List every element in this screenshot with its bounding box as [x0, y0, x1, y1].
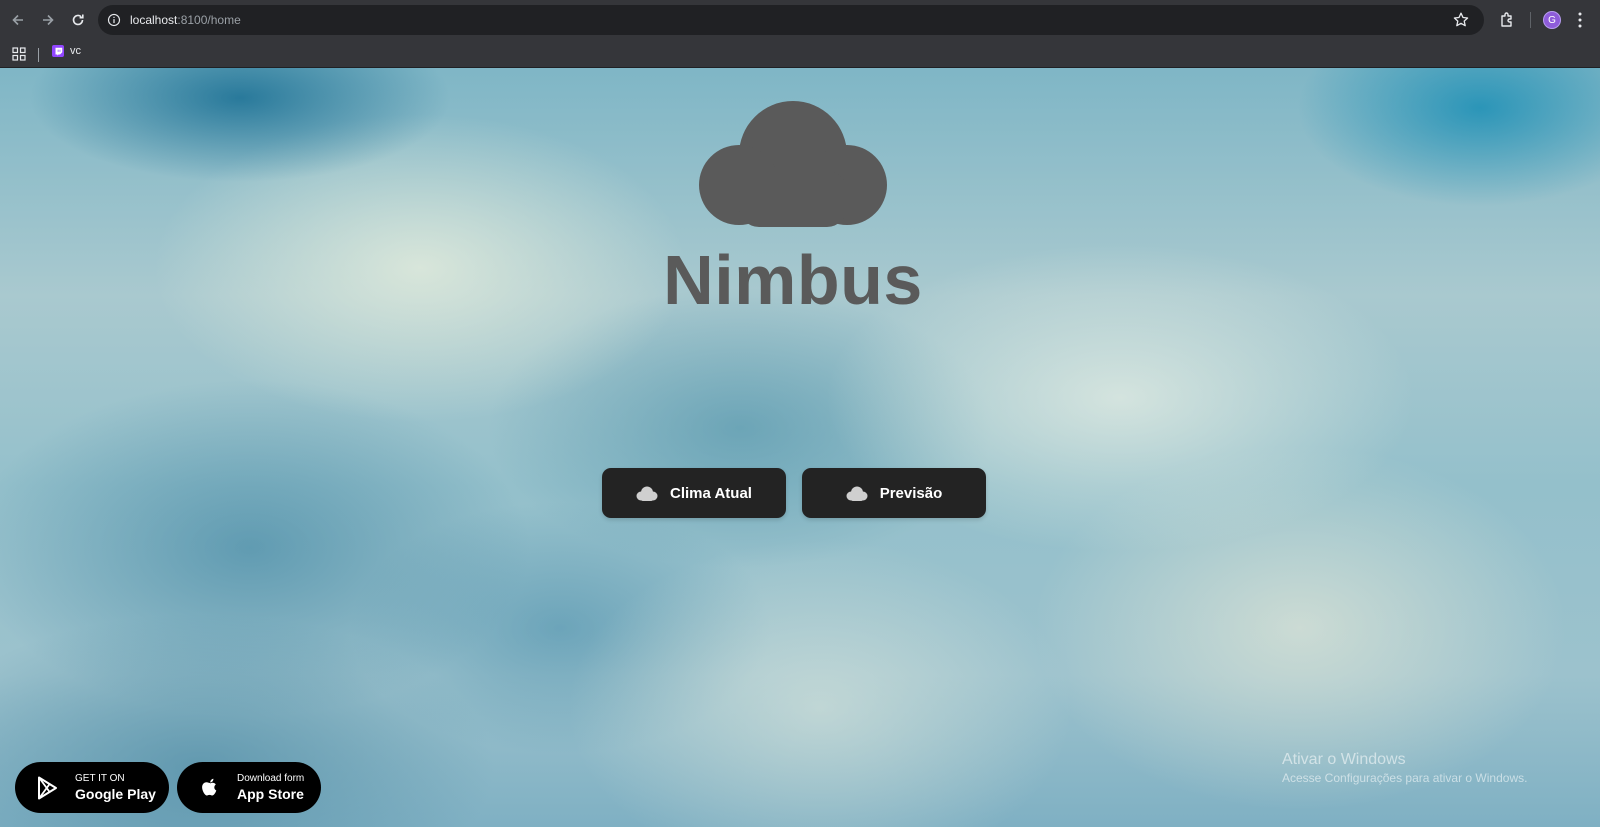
google-play-icon: [38, 776, 57, 799]
reload-icon: [72, 14, 84, 26]
apps-grid-icon[interactable]: [12, 47, 26, 61]
back-button[interactable]: [6, 8, 30, 32]
arrow-left-icon: [12, 14, 23, 26]
bookmark-label: vc: [70, 45, 81, 57]
windows-activation-watermark: Ativar o Windows Acesse Configurações pa…: [1282, 750, 1527, 786]
app-store-small-label: Download form: [237, 772, 305, 784]
clima-atual-label: Clima Atual: [670, 484, 752, 502]
profile-avatar[interactable]: G: [1543, 11, 1561, 29]
bookmark-star-icon[interactable]: [1452, 11, 1470, 29]
previsao-label: Previsão: [879, 484, 943, 502]
toolbar-divider: [1530, 12, 1531, 28]
clima-atual-button[interactable]: Clima Atual: [602, 468, 786, 518]
app-store-text: Download form App Store: [237, 773, 304, 803]
bookmark-vc[interactable]: vc: [52, 45, 81, 57]
google-play-big-label: Google Play: [75, 785, 156, 802]
extensions-icon[interactable]: [1498, 10, 1518, 30]
cloud-icon: [846, 486, 868, 501]
url-text: localhost:8100/home: [130, 13, 241, 27]
cloud-icon: [636, 486, 658, 501]
app-title: Nimbus: [663, 241, 923, 319]
watermark-subtitle: Acesse Configurações para ativar o Windo…: [1282, 771, 1528, 785]
reload-button[interactable]: [66, 8, 90, 32]
previsao-button[interactable]: Previsão: [802, 468, 986, 518]
page-background: Nimbus Clima Atual Previsão GET IT ON Go…: [0, 68, 1600, 827]
address-bar[interactable]: localhost:8100/home: [98, 5, 1484, 35]
bookmarks-divider: [38, 48, 39, 62]
url-host: localhost: [130, 13, 178, 27]
url-path: :8100/home: [177, 13, 241, 27]
forward-button[interactable]: [36, 8, 60, 32]
google-play-small-label: GET IT ON: [75, 772, 125, 784]
google-play-badge[interactable]: GET IT ON Google Play: [15, 762, 169, 813]
apple-icon: [202, 778, 217, 795]
site-info-icon[interactable]: [106, 12, 122, 28]
watermark-title: Ativar o Windows: [1282, 751, 1406, 768]
browser-toolbar: localhost:8100/home G: [0, 0, 1600, 40]
arrow-right-icon: [43, 14, 54, 26]
app-store-big-label: App Store: [237, 785, 304, 802]
app-store-badge[interactable]: Download form App Store: [177, 762, 321, 813]
google-play-text: GET IT ON Google Play: [75, 773, 156, 803]
cloud-icon: [699, 101, 887, 227]
twitch-icon: [52, 45, 64, 57]
bookmarks-bar: vc: [0, 40, 1600, 68]
menu-dots-icon[interactable]: [1578, 11, 1582, 29]
